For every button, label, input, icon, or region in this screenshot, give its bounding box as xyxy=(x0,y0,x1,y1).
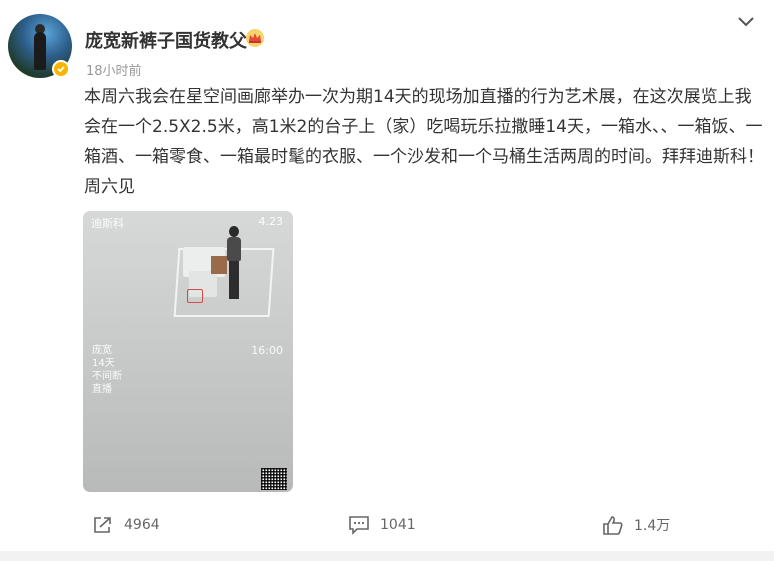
overlay-date: 4.23 xyxy=(258,215,284,228)
repost-count: 4964 xyxy=(124,517,160,533)
post-video-thumbnail[interactable]: 迪斯科 4.23 庞宽 14天 不间断 直播 16:00 xyxy=(83,211,293,492)
overlay-watermark: 迪斯科 xyxy=(91,217,124,230)
overlay-left-text: 庞宽 14天 不间断 直播 xyxy=(92,344,132,396)
overlay-line: 14天 xyxy=(92,358,115,369)
red-marker xyxy=(187,289,203,303)
comment-icon xyxy=(349,516,369,535)
action-bar: 4964 1041 1.4万 xyxy=(0,507,774,547)
feed-divider xyxy=(0,551,774,561)
repost-button[interactable]: 4964 xyxy=(92,515,160,535)
qr-code-icon xyxy=(261,468,287,490)
comment-count: 1041 xyxy=(380,517,416,533)
crate xyxy=(211,256,227,274)
author-name[interactable]: 庞宽新裤子国货教父 xyxy=(85,27,247,53)
crown-icon xyxy=(245,28,265,48)
like-count: 1.4万 xyxy=(634,518,671,534)
post-timestamp[interactable]: 18小时前 xyxy=(86,60,142,79)
repost-icon xyxy=(94,517,111,533)
person-legs xyxy=(229,261,239,299)
comment-button[interactable]: 1041 xyxy=(348,515,416,535)
avatar-figure-body xyxy=(34,32,46,70)
thumbs-up-icon xyxy=(603,516,623,535)
chevron-down-icon[interactable] xyxy=(736,14,756,30)
verified-badge-icon xyxy=(52,60,70,78)
post-text: 本周六我会在星空间画廊举办一次为期14天的现场加直播的行为艺术展，在这次展览上我… xyxy=(84,87,764,197)
overlay-time: 16:00 xyxy=(251,344,283,357)
overlay-line: 不间断 xyxy=(92,371,122,382)
person-body xyxy=(227,237,241,261)
overlay-line: 直播 xyxy=(92,384,112,395)
overlay-line: 庞宽 xyxy=(92,345,112,356)
like-button[interactable]: 1.4万 xyxy=(602,515,670,535)
person-head xyxy=(229,226,239,237)
